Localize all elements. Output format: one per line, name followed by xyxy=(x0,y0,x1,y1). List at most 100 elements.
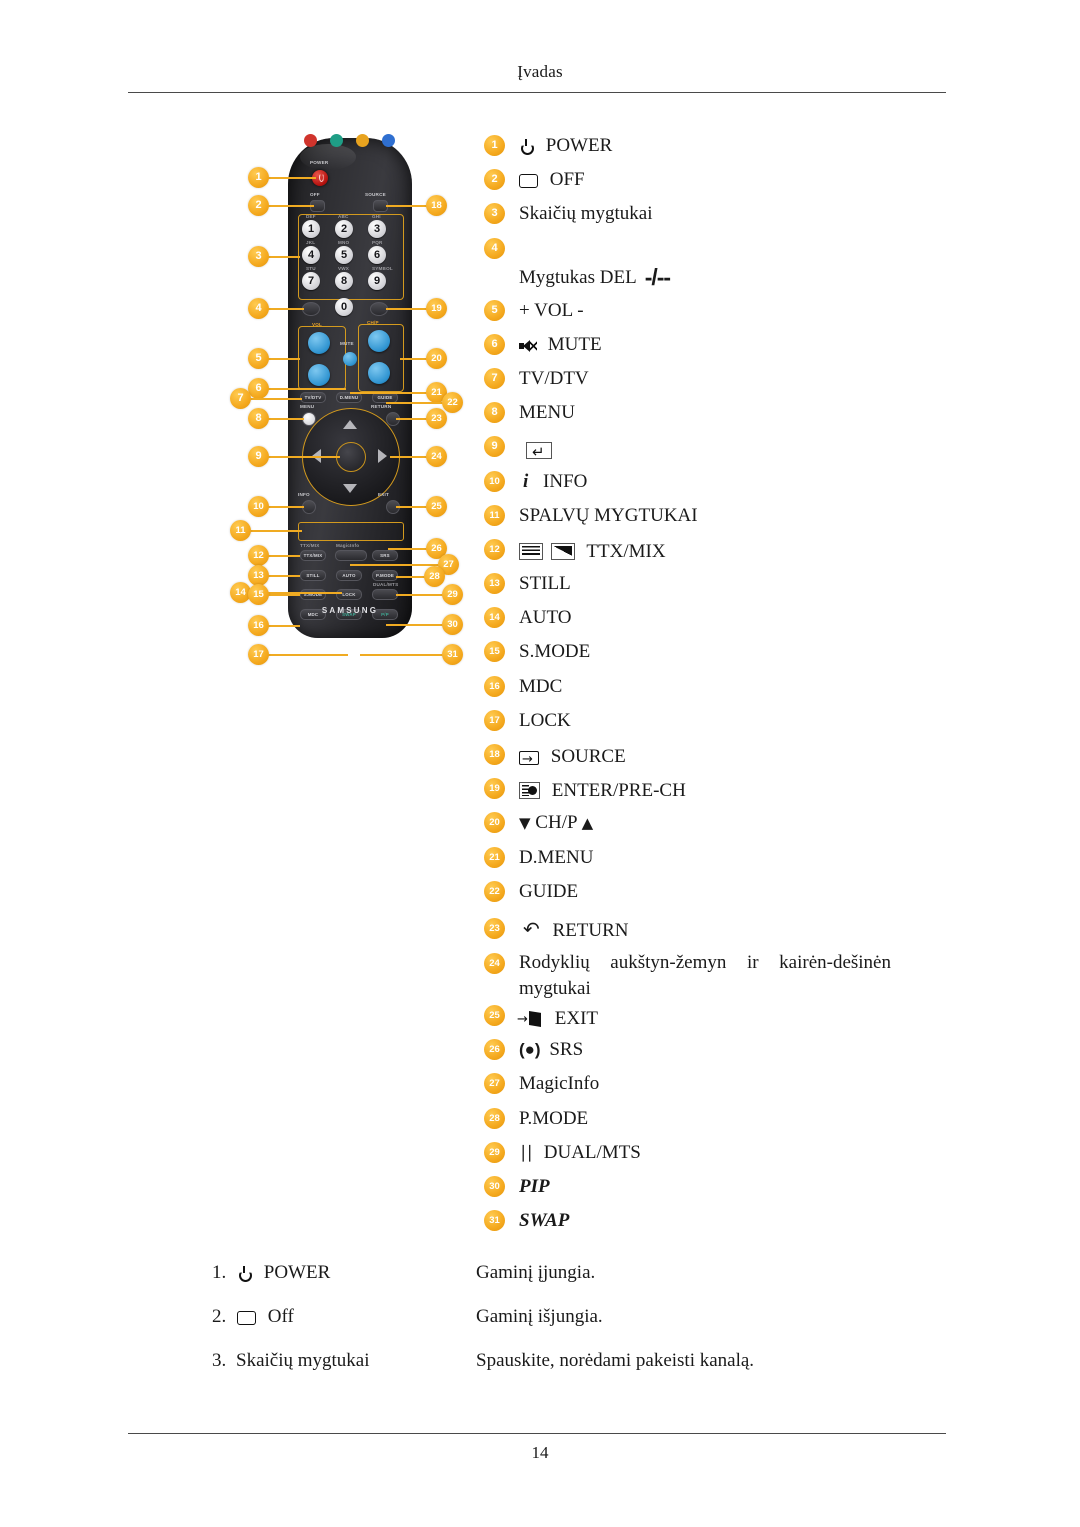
legend-label-10: i INFO xyxy=(519,468,587,496)
callout-15: 15 xyxy=(248,584,269,605)
remote-key-3[interactable]: 3 xyxy=(368,220,386,238)
callout-29: 29 xyxy=(442,584,463,605)
leader-line-22 xyxy=(386,402,448,404)
leader-line-4 xyxy=(268,308,304,310)
remote-color-button-blue[interactable] xyxy=(382,134,395,147)
remote-auto-button[interactable]: AUTO xyxy=(336,570,362,581)
remote-key-4[interactable]: 4 xyxy=(302,246,320,264)
legend-badge-25: 25 xyxy=(484,1004,505,1026)
legend-text-19: ENTER/PRE-CH xyxy=(551,780,686,802)
legend-badge-8: 8 xyxy=(484,402,505,424)
keypad-letters-9: SYMBOL xyxy=(372,266,393,271)
remote-key-5[interactable]: 5 xyxy=(335,246,353,264)
remote-key-9[interactable]: 9 xyxy=(368,272,386,290)
legend-item-8: 8 MENU xyxy=(484,399,904,433)
remote-control-figure: POWER OFF SOURCE DEF ABC GHI 1 2 3 JKL M… xyxy=(230,130,470,665)
legend-badge-18: 18 xyxy=(484,744,505,765)
legend-item-3: 3 Skaičių mygtukai xyxy=(484,200,904,234)
remote-lock-button[interactable]: LOCK xyxy=(336,589,362,600)
legend-badge-22: 22 xyxy=(484,880,505,902)
legend-item-17: 17 LOCK xyxy=(484,707,904,741)
remote-arrow-down-icon[interactable] xyxy=(343,484,357,493)
power-icon xyxy=(237,1266,252,1281)
legend-item-26: 26 (●) SRS xyxy=(484,1036,904,1070)
remote-volume-down-button[interactable] xyxy=(308,364,330,386)
legend-badge-27: 27 xyxy=(484,1073,505,1095)
remote-channel-down-button[interactable] xyxy=(368,362,390,384)
callout-25: 25 xyxy=(426,496,447,517)
remote-smode-button[interactable]: S.MODE xyxy=(300,589,326,600)
remote-mute-button[interactable] xyxy=(343,352,357,366)
remote-color-button-green[interactable] xyxy=(330,134,343,147)
definition-row-3: 3. Skaičių mygtukai Spauskite, norėdami … xyxy=(212,1350,912,1394)
legend-badge-14: 14 xyxy=(484,607,505,629)
remote-key-2[interactable]: 2 xyxy=(335,220,353,238)
document-page: Įvadas POWER OFF SOURCE DEF ABC GHI 1 2 … xyxy=(0,0,1080,1527)
legend-item-4: 4 Mygtukas DEL -/-- xyxy=(484,235,904,297)
remote-volume-up-button[interactable] xyxy=(308,332,330,354)
legend-item-22: 22 GUIDE xyxy=(484,878,904,912)
header-divider xyxy=(128,92,946,93)
legend-text-12: TTX/MIX xyxy=(586,540,666,562)
legend-badge-3: 3 xyxy=(484,203,505,225)
leader-line-17 xyxy=(268,654,348,656)
definition-desc-1: Gaminį įjungia. xyxy=(476,1262,596,1283)
callout-30: 30 xyxy=(442,614,463,635)
remote-srs-button[interactable]: SRS xyxy=(372,550,398,561)
callout-22: 22 xyxy=(442,392,463,413)
leader-line-9 xyxy=(268,456,340,458)
keypad-letters-8: VWX xyxy=(338,266,350,271)
source-icon xyxy=(519,746,539,774)
remote-channel-up-button[interactable] xyxy=(368,330,390,352)
legend-text-22: GUIDE xyxy=(519,880,579,902)
remote-color-button-red[interactable] xyxy=(304,134,317,147)
remote-key-6[interactable]: 6 xyxy=(368,246,386,264)
leader-line-29 xyxy=(396,594,448,596)
remote-tvdtv-button[interactable]: TV/DTV xyxy=(300,392,326,403)
definition-term-text-3: Skaičių mygtukai xyxy=(236,1350,370,1371)
remote-dmenu-button[interactable]: D.MENU xyxy=(336,392,362,403)
definition-term-3: 3. Skaičių mygtukai xyxy=(212,1350,370,1372)
legend-item-16: 16 MDC xyxy=(484,673,904,707)
callout-3: 3 xyxy=(248,246,269,267)
remote-key-8[interactable]: 8 xyxy=(335,272,353,290)
callout-16: 16 xyxy=(248,615,269,636)
legend-badge-24: 24 xyxy=(484,952,505,974)
srs-icon: (●) xyxy=(519,1040,541,1060)
page-number: 14 xyxy=(531,1443,549,1462)
leader-line-5 xyxy=(268,358,300,360)
off-icon xyxy=(237,1311,256,1325)
remote-ttxmix-button[interactable]: TTX/MIX xyxy=(300,550,326,561)
remote-label-power: POWER xyxy=(310,160,329,165)
remote-key-7[interactable]: 7 xyxy=(302,272,320,290)
legend-label-18: SOURCE xyxy=(519,743,626,774)
legend-label-26: (●) SRS xyxy=(519,1036,583,1064)
remote-del-button[interactable] xyxy=(302,302,320,316)
remote-still-button[interactable]: STILL xyxy=(300,570,326,581)
remote-info-button[interactable] xyxy=(302,500,316,514)
legend-text-25: EXIT xyxy=(554,1007,599,1029)
page-header-title: Įvadas xyxy=(517,62,563,81)
remote-magicinfo-button[interactable] xyxy=(335,550,367,561)
remote-key-1[interactable]: 1 xyxy=(302,220,320,238)
leader-line-1 xyxy=(268,177,316,179)
remote-pmode-button[interactable]: P.MODE xyxy=(372,570,398,581)
leader-line-8 xyxy=(268,418,304,420)
remote-arrow-up-icon[interactable] xyxy=(343,420,357,429)
keypad-letters-1: DEF xyxy=(306,214,316,219)
remote-color-button-yellow[interactable] xyxy=(356,134,369,147)
callout-19: 19 xyxy=(426,298,447,319)
remote-enter-button[interactable] xyxy=(336,442,366,472)
remote-dualmts-button[interactable] xyxy=(372,589,398,600)
remote-arrow-right-icon[interactable] xyxy=(378,449,387,463)
definition-number-2: 2. xyxy=(212,1306,227,1327)
legend-text-7: TV/DTV xyxy=(519,367,589,389)
remote-label-exit: EXIT xyxy=(378,492,390,497)
callout-11: 11 xyxy=(230,520,251,541)
legend-text-11: SPALVŲ MYGTUKAI xyxy=(519,504,698,526)
callout-9: 9 xyxy=(248,446,269,467)
legend-text-21: D.MENU xyxy=(519,846,594,868)
legend-badge-2: 2 xyxy=(484,169,505,191)
remote-key-0[interactable]: 0 xyxy=(335,298,353,316)
legend-item-13: 13 STILL xyxy=(484,570,904,604)
